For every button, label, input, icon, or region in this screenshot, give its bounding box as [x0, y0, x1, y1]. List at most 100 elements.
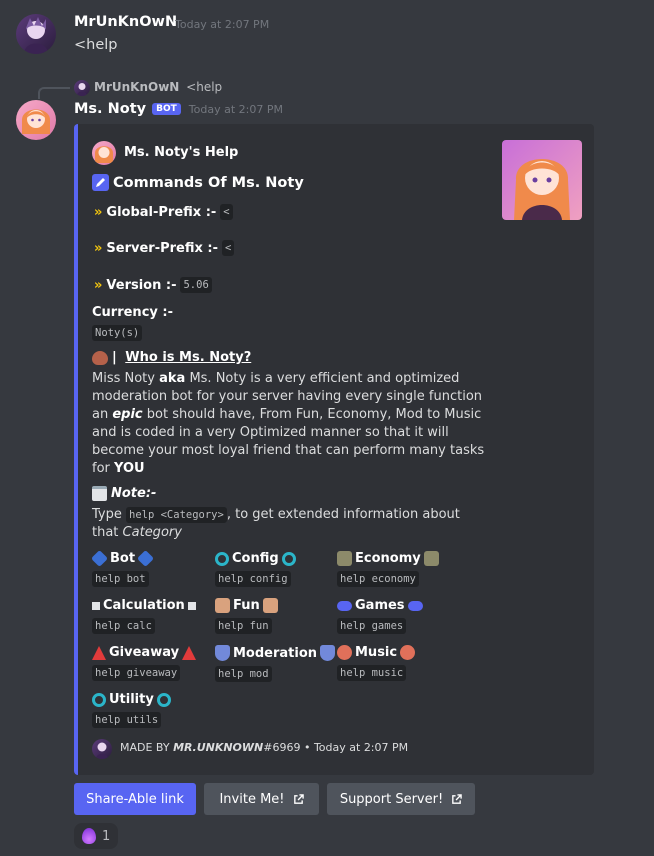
category-utility: Utility help utils — [92, 692, 171, 728]
desc-text: for — [92, 461, 115, 476]
shield-icon — [215, 645, 230, 661]
config-gear-icon — [215, 551, 229, 566]
utility-gear-icon — [92, 692, 106, 707]
support-server-button[interactable]: Support Server! — [327, 783, 475, 815]
global-prefix-value: < — [220, 204, 233, 220]
bot-header: Ms. Noty BOT Today at 2:07 PM — [74, 101, 283, 117]
share-link-label: Share-Able link — [86, 791, 184, 807]
category-name: Calculation — [103, 598, 185, 613]
footer-separator: • — [300, 741, 314, 754]
square-icon — [92, 601, 100, 610]
footer-made-by: MADE BY — [120, 741, 174, 754]
embed-author-name[interactable]: Ms. Noty's Help — [124, 145, 238, 160]
currency-value: Noty(s) — [92, 325, 143, 341]
reaction-button[interactable]: 1 — [74, 823, 119, 849]
square-icon — [187, 601, 196, 610]
bot-username[interactable]: Ms. Noty — [74, 101, 146, 117]
economy-cat-icon — [423, 551, 439, 566]
category-name: Fun — [233, 598, 260, 613]
chevron-right-icon: » — [94, 277, 103, 293]
user-avatar[interactable] — [16, 14, 56, 54]
utility-gear-icon — [156, 692, 171, 707]
reply-avatar — [74, 80, 90, 96]
chevron-right-icon: » — [94, 204, 103, 220]
user-avatar-art — [24, 17, 48, 54]
footer-tag: #6969 — [263, 741, 301, 754]
category-command: help mod — [215, 666, 272, 682]
note-category: Category — [122, 525, 182, 540]
fun-face-icon — [215, 598, 230, 613]
reply-connector — [38, 87, 70, 99]
category-name: Config — [232, 551, 279, 566]
music-girl-icon — [400, 645, 416, 660]
who-link[interactable]: Who is Ms. Noty? — [125, 350, 251, 365]
version-label: Version :- — [106, 277, 177, 293]
bot-code-icon — [91, 550, 108, 567]
purple-flame-emoji-icon — [82, 828, 96, 844]
note-rest: , to get extended information about — [226, 507, 460, 522]
note-heading: Note:- — [92, 486, 156, 501]
note-code: help <Category> — [126, 507, 227, 523]
who-heading: | Who is Ms. Noty? — [92, 350, 251, 365]
embed-thumbnail[interactable] — [502, 140, 582, 220]
server-prefix-row: » Server-Prefix :- < — [94, 240, 235, 256]
desc-text: Ms. Noty is a very efficient and optimiz… — [185, 371, 460, 386]
thumbnail-art — [514, 159, 570, 220]
embed-title: Commands Of Ms. Noty — [92, 174, 304, 191]
category-name: Utility — [109, 692, 154, 707]
share-link-button[interactable]: Share-Able link — [74, 783, 196, 815]
category-music: Music help music — [337, 645, 416, 681]
external-link-icon — [452, 793, 462, 804]
bot-code-icon — [137, 550, 155, 567]
currency-label: Currency :- — [92, 305, 173, 320]
invite-button[interactable]: Invite Me! — [204, 783, 319, 815]
pencil-icon — [92, 174, 109, 191]
desc-text: an — [92, 407, 113, 422]
server-prefix-value: < — [222, 240, 235, 256]
reaction-count: 1 — [102, 828, 111, 844]
brain-icon — [92, 350, 108, 365]
global-prefix-label: Global-Prefix :- — [106, 204, 217, 220]
economy-cat-icon — [337, 551, 352, 566]
chevron-right-icon: » — [94, 240, 103, 256]
party-popper-icon — [182, 645, 197, 660]
category-command: help utils — [92, 712, 162, 728]
footer-time: Today at 2:07 PM — [313, 741, 409, 754]
desc-you: YOU — [114, 461, 145, 476]
shield-icon — [320, 645, 336, 661]
message-content: <help — [74, 37, 118, 53]
category-command: help music — [337, 665, 407, 681]
category-command: help calc — [92, 618, 155, 634]
category-command: help giveaway — [92, 665, 181, 681]
desc-text: moderation bot for your server having ev… — [92, 389, 483, 404]
bot-timestamp: Today at 2:07 PM — [188, 102, 283, 116]
category-moderation: Moderation help mod — [215, 645, 336, 682]
bot-badge: BOT — [152, 103, 181, 115]
category-name: Economy — [355, 551, 421, 566]
category-command: help fun — [215, 618, 272, 634]
category-command: help economy — [337, 571, 419, 587]
category-games: Games help games — [337, 598, 423, 634]
bot-avatar[interactable] — [16, 100, 56, 140]
category-bot: Bot help bot — [91, 550, 155, 587]
help-embed: Ms. Noty's Help Commands Of Ms. Noty » G… — [74, 124, 594, 775]
category-command: help games — [337, 618, 407, 634]
desc-epic: epic — [112, 407, 143, 422]
music-girl-icon — [337, 645, 352, 660]
category-name: Music — [355, 645, 398, 660]
footer-author: 𝙈𝙍.𝙐𝙉𝙆𝙉𝙊𝙒𝙉 — [173, 741, 264, 754]
gamepad-icon — [337, 600, 352, 611]
note-that: that — [92, 525, 123, 540]
message-username[interactable]: MrUnKnOwN — [74, 14, 177, 30]
embed-title-text: Commands Of Ms. Noty — [113, 174, 304, 191]
desc-aka: aka — [159, 371, 186, 386]
version-value: 5.06 — [180, 277, 212, 293]
version-row: » Version :- 5.06 — [94, 277, 212, 293]
footer-icon — [92, 739, 112, 759]
invite-label: Invite Me! — [219, 791, 285, 807]
server-prefix-label: Server-Prefix :- — [106, 240, 218, 256]
embed-footer: MADE BY 𝙈𝙍.𝙐𝙉𝙆𝙉𝙊𝙒𝙉#6969 • Today at 2:07 … — [120, 741, 408, 754]
global-prefix-row: » Global-Prefix :- < — [94, 204, 233, 220]
reply-preview[interactable]: MrUnKnOwN <help — [94, 80, 222, 94]
category-name: Moderation — [233, 645, 318, 661]
